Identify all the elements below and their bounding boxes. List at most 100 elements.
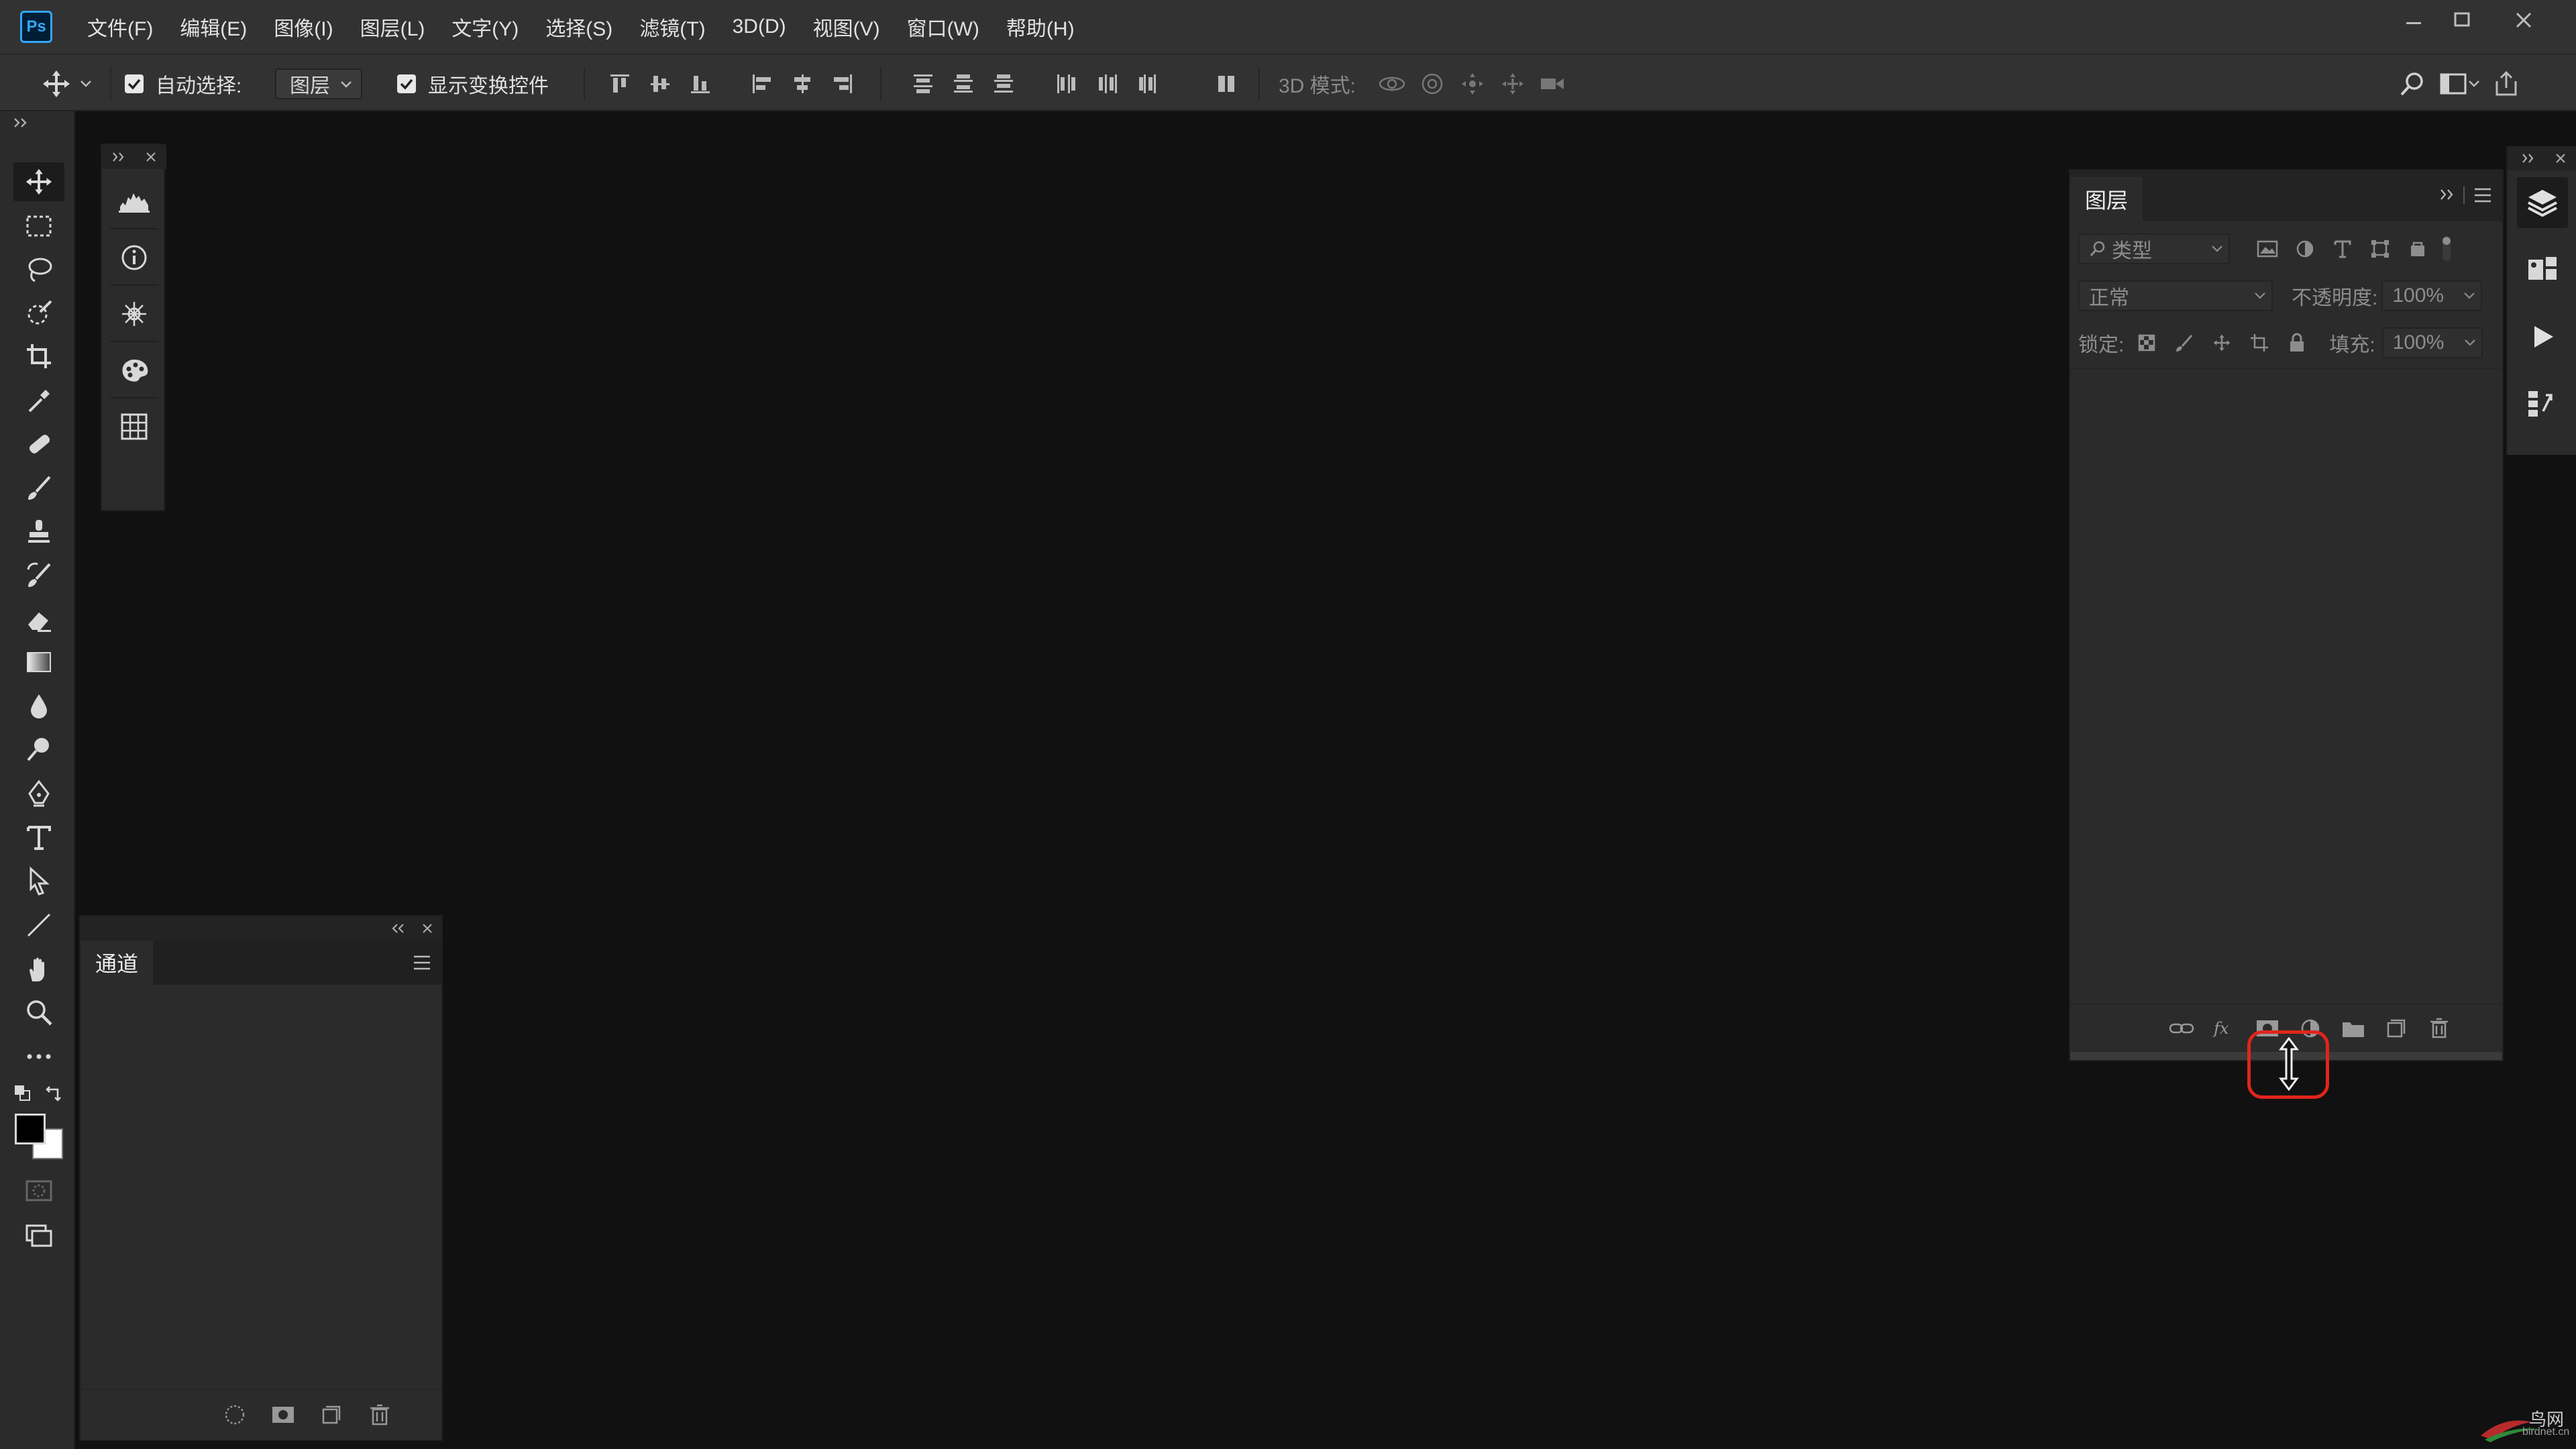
tab-channels[interactable]: 通道 [80,941,154,985]
quick-mask-button[interactable] [13,1171,64,1210]
distribute-bottom-button[interactable] [983,55,1024,113]
dodge-tool[interactable] [13,730,64,769]
navigator-button[interactable] [110,290,158,338]
lock-artboard-button[interactable] [2241,324,2278,362]
history-brush-tool[interactable] [13,555,64,594]
3d-orbit-button[interactable] [1372,55,1412,113]
delete-layer-button[interactable] [2418,1007,2461,1050]
expand-panel-icon[interactable] [2521,152,2537,164]
share-button[interactable] [2486,55,2526,113]
lock-all-button[interactable] [2278,324,2316,362]
layer-style-button[interactable]: fx [2203,1007,2246,1050]
foreground-color-swatch[interactable] [15,1114,46,1144]
new-layer-button[interactable] [2375,1007,2418,1050]
lasso-tool[interactable] [13,250,64,288]
quick-select-tool[interactable] [13,294,64,333]
checkbox-box[interactable] [125,74,144,93]
align-left-button[interactable] [742,55,782,113]
expand-panel-icon[interactable] [12,117,32,129]
menu-3d[interactable]: 3D(D) [719,0,800,54]
filter-pixel-button[interactable] [2249,230,2286,268]
filter-smart-object-button[interactable] [2399,230,2436,268]
stamp-tool[interactable] [13,513,64,551]
type-tool[interactable] [13,818,64,857]
more-tools[interactable] [13,1037,64,1076]
move-tool[interactable] [13,162,64,201]
align-hcenter-button[interactable] [782,55,822,113]
menu-view[interactable]: 视图(V) [800,0,894,54]
hand-tool[interactable] [13,950,64,989]
menu-image[interactable]: 图像(I) [260,0,346,54]
info-button[interactable] [110,233,158,282]
collapse-panel-icon[interactable] [390,922,407,934]
expand-panel-icon[interactable] [111,151,127,163]
menu-layer[interactable]: 图层(L) [347,0,439,54]
panel-menu-icon[interactable] [412,954,432,971]
show-transform-checkbox[interactable]: 显示变换控件 [397,55,549,113]
new-channel-button[interactable] [310,1393,353,1436]
menu-select[interactable]: 选择(S) [532,0,626,54]
checkbox-box[interactable] [397,74,416,93]
dock-actions-button[interactable] [2517,311,2568,362]
marquee-tool[interactable] [13,207,64,246]
default-colors-icon[interactable] [13,1084,34,1104]
zoom-tool[interactable] [13,993,64,1032]
color-button[interactable] [110,346,158,394]
align-vcenter-button[interactable] [640,55,680,113]
filter-type-button[interactable] [2324,230,2361,268]
3d-slide-button[interactable] [1493,55,1533,113]
filter-kind-dropdown[interactable]: 类型 [2078,233,2230,264]
blend-mode-dropdown[interactable]: 正常 [2078,280,2273,311]
eraser-tool[interactable] [13,600,64,639]
maximize-button[interactable] [2438,0,2486,40]
load-selection-button[interactable] [213,1393,256,1436]
fill-field[interactable]: 100% [2381,327,2483,358]
align-right-button[interactable] [822,55,863,113]
path-select-tool[interactable] [13,861,64,900]
swatches-button[interactable] [110,402,158,451]
menu-type[interactable]: 文字(Y) [438,0,532,54]
save-selection-button[interactable] [262,1393,305,1436]
expand-panel-icon[interactable] [2439,188,2457,201]
lock-image-button[interactable] [2165,324,2203,362]
close-window-button[interactable] [2500,0,2548,40]
screen-mode-button[interactable] [13,1216,64,1254]
distribute-left-button[interactable] [1046,55,1087,113]
blur-tool[interactable] [13,687,64,726]
gradient-tool[interactable] [13,643,64,682]
workspace-switcher[interactable] [2432,55,2486,113]
filter-shape-button[interactable] [2361,230,2399,268]
auto-select-target[interactable]: 图层 [275,55,362,113]
distribute-top-button[interactable] [903,55,943,113]
line-tool[interactable] [13,906,64,945]
3d-roll-button[interactable] [1412,55,1452,113]
histogram-button[interactable] [110,177,158,225]
close-icon[interactable] [2555,152,2567,164]
filter-adjustment-button[interactable] [2286,230,2324,268]
auto-select-checkbox[interactable]: 自动选择: [125,55,241,113]
3d-scale-button[interactable] [1533,55,1573,113]
lock-transparent-button[interactable] [2128,324,2165,362]
close-icon[interactable] [421,922,433,934]
align-bottom-button[interactable] [680,55,720,113]
dock-layers-button[interactable] [2517,177,2568,228]
opacity-field[interactable]: 100% [2381,280,2483,311]
app-logo[interactable]: Ps [20,11,52,43]
menu-help[interactable]: 帮助(H) [993,0,1088,54]
auto-align-button[interactable] [1206,55,1246,113]
tab-layers[interactable]: 图层 [2070,177,2143,221]
menu-filter[interactable]: 滤镜(T) [626,0,718,54]
menu-edit[interactable]: 编辑(E) [166,0,260,54]
delete-channel-button[interactable] [358,1393,401,1436]
filter-toggle[interactable] [2436,230,2457,268]
tool-preset-picker[interactable] [40,55,93,113]
search-button[interactable] [2392,55,2432,113]
close-icon[interactable] [145,151,157,163]
dock-libraries-button[interactable] [2517,244,2568,295]
eyedropper-tool[interactable] [13,381,64,420]
crop-tool[interactable] [13,337,64,376]
panel-menu-icon[interactable] [2473,186,2493,204]
lock-position-button[interactable] [2203,324,2241,362]
distribute-vcenter-button[interactable] [943,55,983,113]
distribute-hcenter-button[interactable] [1087,55,1127,113]
